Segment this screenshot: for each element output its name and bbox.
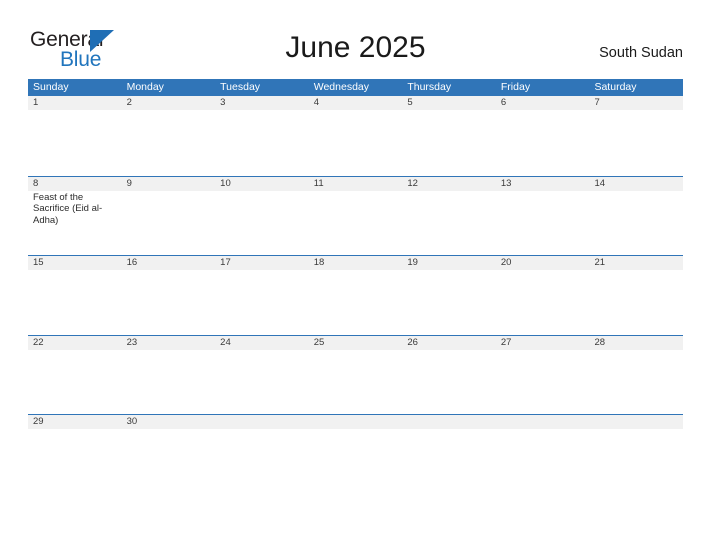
calendar-day-cell[interactable]: 7 [589, 96, 683, 176]
calendar-day-cell[interactable]: 30 [122, 415, 216, 494]
weekday-header-monday: Monday [126, 81, 164, 93]
day-number: 11 [313, 177, 324, 189]
weekday-header-row: Sunday Monday Tuesday Wednesday Thursday… [28, 79, 683, 96]
calendar-weeks: 1 2 3 4 5 6 7 8 Feast of the Sacrifice (Eid al-A… [28, 96, 683, 494]
weekday-header-wednesday: Wednesday [313, 81, 369, 93]
calendar-week-row: 8 Feast of the Sacrifice (Eid al-Adha) 9 10… [28, 175, 683, 256]
calendar-day-cell[interactable]: 20 [496, 256, 590, 335]
calendar-day-cell[interactable]: 6 [496, 96, 590, 176]
day-number: 29 [33, 416, 44, 427]
calendar-day-cell[interactable]: 10 [215, 177, 309, 256]
calendar-day-cell[interactable]: 11 [309, 177, 403, 256]
day-number: 4 [313, 97, 320, 108]
day-events: Feast of the Sacrifice (Eid al-Adha) [33, 192, 117, 227]
weekday-header-saturday: Saturday [594, 81, 637, 93]
weekday-header-sunday: Sunday [33, 81, 69, 93]
calendar-day-cell[interactable]: 17 [215, 256, 309, 335]
day-number: 9 [126, 177, 132, 189]
calendar-week-row: 29 30 [28, 414, 683, 494]
calendar-day-cell[interactable]: 4 [309, 96, 403, 176]
day-number: 18 [313, 257, 325, 268]
calendar-day-cell[interactable]: 29 [28, 415, 122, 494]
calendar-day-cell[interactable]: 18 [309, 256, 403, 335]
calendar-week-row: 15 16 17 18 19 20 21 [28, 255, 683, 335]
day-number: 27 [500, 336, 512, 348]
day-number: 5 [407, 97, 413, 108]
calendar-day-cell[interactable]: 8 Feast of the Sacrifice (Eid al-Adha) [28, 177, 122, 256]
calendar-day-cell[interactable]: 26 [402, 336, 496, 415]
day-number: 23 [126, 336, 138, 348]
calendar-day-cell-empty [589, 415, 683, 494]
holiday-label: Feast of the Sacrifice (Eid al-Adha) [33, 191, 103, 226]
calendar-day-cell[interactable]: 15 [28, 256, 122, 335]
day-number: 6 [500, 97, 507, 108]
day-number: 10 [220, 177, 231, 189]
weekday-header-thursday: Thursday [407, 81, 452, 93]
calendar-day-cell[interactable]: 16 [122, 256, 216, 335]
region-label: South Sudan [599, 45, 683, 61]
day-number: 22 [33, 336, 44, 348]
day-number: 7 [594, 97, 600, 108]
calendar-day-cell[interactable]: 5 [402, 96, 496, 176]
day-number: 14 [594, 177, 606, 189]
page-header: General Blue June 2025 South Sudan [28, 26, 683, 76]
calendar-day-cell[interactable]: 27 [496, 336, 590, 415]
calendar-day-cell[interactable]: 28 [589, 336, 683, 415]
calendar-day-cell[interactable]: 19 [402, 256, 496, 335]
calendar-day-cell-empty [402, 415, 496, 494]
calendar-week-row: 22 23 24 25 26 27 28 [28, 334, 683, 415]
day-number: 19 [407, 257, 418, 268]
day-number: 25 [313, 336, 325, 348]
day-number: 16 [126, 257, 138, 268]
day-number: 20 [500, 257, 512, 268]
calendar-day-cell[interactable]: 13 [496, 177, 590, 256]
calendar-day-cell[interactable]: 2 [122, 96, 216, 176]
calendar-day-cell[interactable]: 9 [122, 177, 216, 256]
weekday-header-friday: Friday [500, 81, 531, 93]
calendar-day-cell-empty [215, 415, 309, 494]
day-number: 17 [220, 257, 231, 268]
calendar-day-cell[interactable]: 3 [215, 96, 309, 176]
page-title: June 2025 [285, 31, 426, 64]
day-number: 21 [594, 257, 606, 268]
day-number: 2 [126, 97, 132, 108]
day-number: 24 [220, 336, 231, 348]
weekday-header-tuesday: Tuesday [220, 81, 261, 93]
calendar-page: General Blue June 2025 South Sudan Sunda… [0, 0, 712, 550]
day-number: 8 [33, 177, 39, 189]
calendar-day-cell[interactable]: 1 [28, 96, 122, 176]
day-number: 3 [220, 97, 226, 108]
day-number: 12 [407, 177, 418, 189]
calendar-day-cell[interactable]: 14 [589, 177, 683, 256]
day-number: 26 [407, 336, 418, 348]
calendar-day-cell[interactable]: 21 [589, 256, 683, 335]
calendar-day-cell-empty [496, 415, 590, 494]
calendar-day-cell[interactable]: 22 [28, 336, 122, 415]
calendar-grid: Sunday Monday Tuesday Wednesday Thursday… [28, 79, 683, 494]
day-number: 30 [126, 416, 138, 427]
calendar-day-cell[interactable]: 12 [402, 177, 496, 256]
calendar-day-cell[interactable]: 24 [215, 336, 309, 415]
day-number: 13 [500, 177, 512, 189]
day-number: 1 [33, 97, 39, 108]
calendar-day-cell-empty [309, 415, 403, 494]
calendar-day-cell[interactable]: 25 [309, 336, 403, 415]
calendar-day-cell[interactable]: 23 [122, 336, 216, 415]
day-number: 28 [594, 336, 606, 348]
day-number: 15 [33, 257, 44, 268]
calendar-week-row: 1 2 3 4 5 6 7 [28, 96, 683, 176]
